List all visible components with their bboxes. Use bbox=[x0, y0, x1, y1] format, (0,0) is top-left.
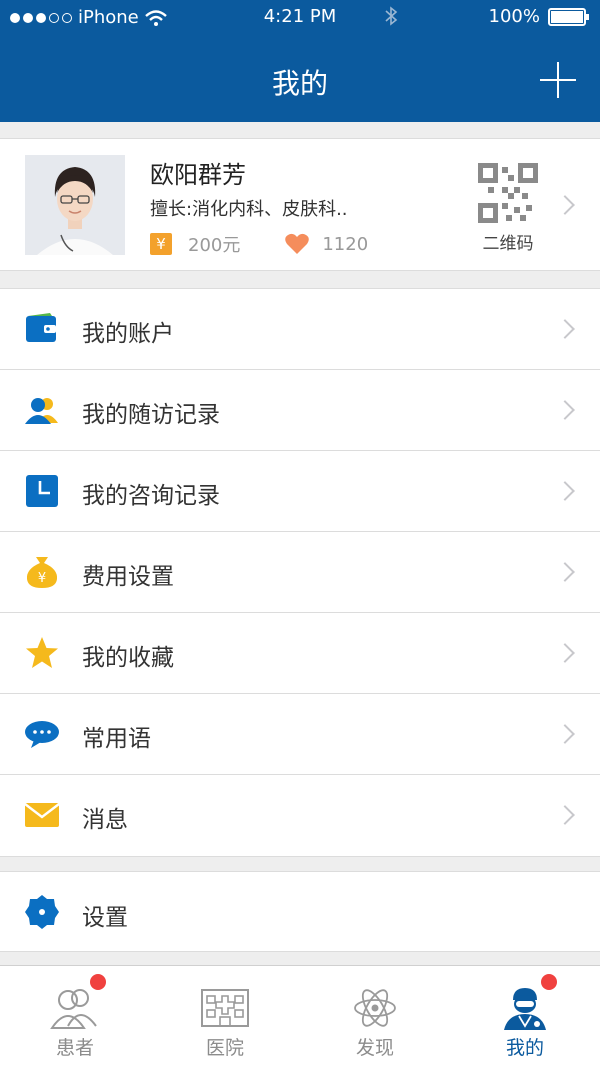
menu-item-label: 消息 bbox=[82, 807, 128, 833]
yen-icon: ¥ bbox=[150, 233, 172, 255]
menu-item-followup[interactable]: 我的随访记录 bbox=[0, 370, 600, 451]
qr-code-icon[interactable] bbox=[478, 163, 538, 223]
wallet-icon bbox=[26, 313, 56, 342]
tab-bar: 患者 医院 发现 我的 bbox=[0, 965, 600, 1067]
likes-value: 1120 bbox=[322, 233, 369, 255]
tab-label: 医院 bbox=[205, 1037, 244, 1059]
menu-item-phrases[interactable]: 常用语 bbox=[0, 694, 600, 775]
menu-item-label: 我的随访记录 bbox=[82, 402, 220, 428]
profile-stats: ¥ 200元 1120 bbox=[150, 231, 368, 257]
doctor-specialty: 擅长:消化内科、皮肤科.. bbox=[150, 199, 348, 220]
add-button[interactable] bbox=[540, 62, 576, 98]
profile-card[interactable]: 欧阳群芳 擅长:消化内科、皮肤科.. ¥ 200元 1120 二维码 bbox=[0, 138, 600, 271]
gear-icon bbox=[25, 895, 59, 929]
chevron-right-icon bbox=[555, 724, 575, 744]
bluetooth-icon bbox=[385, 6, 398, 26]
menu-item-label: 费用设置 bbox=[82, 564, 174, 590]
menu-item-fee-settings[interactable]: ¥ 费用设置 bbox=[0, 532, 600, 613]
heart-icon bbox=[285, 233, 310, 254]
star-icon bbox=[26, 637, 58, 668]
notification-badge bbox=[90, 974, 106, 990]
page-title: 我的 bbox=[271, 67, 328, 100]
menu-item-label: 我的账户 bbox=[82, 321, 174, 347]
chevron-right-icon bbox=[555, 195, 575, 215]
battery-percent: 100% bbox=[488, 6, 540, 27]
patients-icon bbox=[50, 989, 97, 1029]
avatar bbox=[25, 155, 125, 255]
status-bar: iPhone 4:21 PM 100% bbox=[0, 0, 600, 34]
tab-discover[interactable]: 发现 bbox=[300, 966, 450, 1067]
menu-list: 我的账户 我的随访记录 我的咨询记录 ¥ 费用设置 我的收藏 常用语 消息 bbox=[0, 288, 600, 857]
menu-item-label: 我的收藏 bbox=[82, 645, 174, 671]
users-icon bbox=[25, 398, 58, 424]
qr-code-label: 二维码 bbox=[482, 234, 534, 254]
doctor-icon bbox=[504, 988, 546, 1030]
doctor-name: 欧阳群芳 bbox=[150, 161, 246, 189]
chevron-right-icon bbox=[555, 805, 575, 825]
menu-item-messages[interactable]: 消息 bbox=[0, 775, 600, 856]
chevron-right-icon bbox=[555, 643, 575, 663]
money-bag-icon: ¥ bbox=[26, 557, 58, 588]
chevron-right-icon bbox=[555, 400, 575, 420]
tab-label: 发现 bbox=[355, 1037, 394, 1059]
settings-label: 设置 bbox=[82, 905, 128, 931]
app-header: iPhone 4:21 PM 100% 我的 bbox=[0, 0, 600, 122]
clock-icon bbox=[26, 475, 58, 507]
fee-value: 200元 bbox=[188, 235, 241, 256]
svg-text:¥: ¥ bbox=[38, 571, 46, 586]
envelope-icon bbox=[24, 803, 60, 827]
hospital-icon bbox=[201, 989, 249, 1027]
chat-bubble-icon bbox=[25, 721, 59, 748]
tab-mine[interactable]: 我的 bbox=[450, 966, 600, 1067]
menu-item-favorites[interactable]: 我的收藏 bbox=[0, 613, 600, 694]
chevron-right-icon bbox=[555, 319, 575, 339]
tab-label: 我的 bbox=[505, 1037, 544, 1059]
menu-item-account[interactable]: 我的账户 bbox=[0, 289, 600, 370]
notification-badge bbox=[541, 974, 557, 990]
menu-item-label: 我的咨询记录 bbox=[82, 483, 220, 509]
menu-item-settings[interactable]: 设置 bbox=[0, 871, 600, 952]
atom-icon bbox=[354, 989, 396, 1027]
battery-icon bbox=[548, 7, 589, 26]
menu-item-consultation[interactable]: 我的咨询记录 bbox=[0, 451, 600, 532]
tab-patients[interactable]: 患者 bbox=[0, 966, 150, 1067]
tab-label: 患者 bbox=[55, 1037, 94, 1059]
chevron-right-icon bbox=[555, 562, 575, 582]
chevron-right-icon bbox=[555, 481, 575, 501]
tab-hospital[interactable]: 医院 bbox=[150, 966, 300, 1067]
menu-item-label: 常用语 bbox=[82, 726, 151, 752]
